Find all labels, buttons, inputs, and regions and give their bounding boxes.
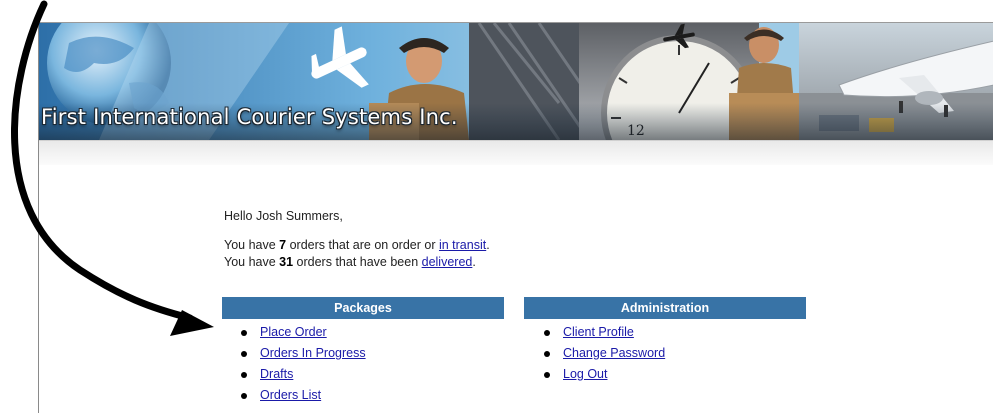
menu-item-client-profile: Client Profile bbox=[537, 322, 665, 343]
administration-heading: Administration bbox=[524, 297, 806, 319]
delivered-link[interactable]: delivered bbox=[422, 255, 473, 269]
site-title: First International Courier Systems Inc. bbox=[41, 105, 458, 129]
bullet-icon bbox=[241, 329, 247, 336]
menu-item-change-password: Change Password bbox=[537, 343, 665, 364]
orders-delivered-summary: You have 31 orders that have been delive… bbox=[224, 255, 476, 269]
menu-item-place-order: Place Order bbox=[234, 322, 366, 343]
administration-menu: Client Profile Change Password Log Out bbox=[537, 322, 665, 385]
summary-text: You have bbox=[224, 238, 280, 252]
place-order-link[interactable]: Place Order bbox=[260, 325, 327, 339]
orders-list-link[interactable]: Orders List bbox=[260, 388, 321, 402]
delivered-count: 31 bbox=[279, 255, 294, 269]
summary-text: orders that have been bbox=[293, 255, 422, 269]
change-password-link[interactable]: Change Password bbox=[563, 346, 665, 360]
orders-in-transit-summary: You have 7 orders that are on order or i… bbox=[224, 238, 490, 252]
main-content: Hello Josh Summers, You have 7 orders th… bbox=[39, 164, 993, 413]
browser-page: 12 bbox=[38, 22, 993, 413]
summary-text: You have bbox=[224, 255, 280, 269]
menu-item-drafts: Drafts bbox=[234, 364, 366, 385]
client-profile-link[interactable]: Client Profile bbox=[563, 325, 634, 339]
menu-item-orders-in-progress: Orders In Progress bbox=[234, 343, 366, 364]
greeting-text: Hello Josh Summers, bbox=[224, 209, 343, 223]
log-out-link[interactable]: Log Out bbox=[563, 367, 607, 381]
bullet-icon bbox=[544, 329, 550, 336]
bullet-icon bbox=[241, 392, 247, 399]
header-banner: 12 bbox=[39, 23, 993, 140]
bullet-icon bbox=[544, 350, 550, 357]
packages-menu: Place Order Orders In Progress Drafts Or… bbox=[234, 322, 366, 406]
menu-item-orders-list: Orders List bbox=[234, 385, 366, 406]
summary-text: orders that are on order or bbox=[286, 238, 439, 252]
in-transit-link[interactable]: in transit bbox=[439, 238, 486, 252]
menu-item-log-out: Log Out bbox=[537, 364, 665, 385]
nav-strip bbox=[39, 140, 993, 165]
summary-text: . bbox=[472, 255, 476, 269]
bullet-icon bbox=[544, 371, 550, 378]
drafts-link[interactable]: Drafts bbox=[260, 367, 293, 381]
packages-heading: Packages bbox=[222, 297, 504, 319]
summary-text: . bbox=[486, 238, 490, 252]
bullet-icon bbox=[241, 371, 247, 378]
orders-in-progress-link[interactable]: Orders In Progress bbox=[260, 346, 366, 360]
bullet-icon bbox=[241, 350, 247, 357]
